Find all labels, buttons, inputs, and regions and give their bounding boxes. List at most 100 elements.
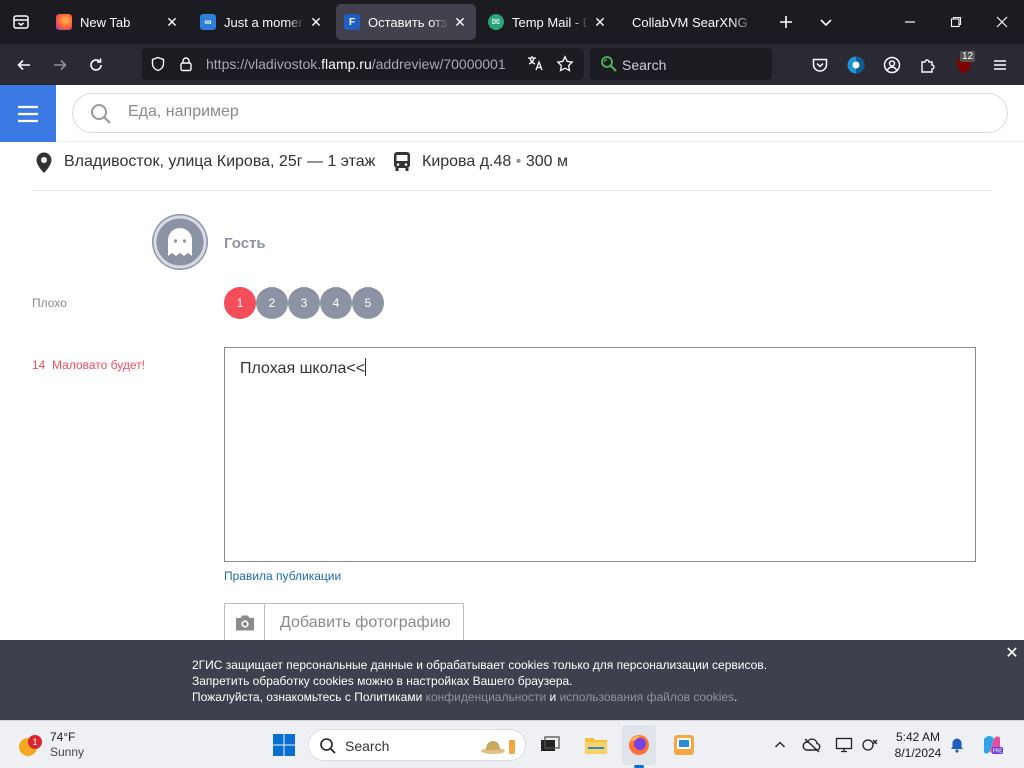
url-host: flamp.ru [321, 56, 372, 72]
chevron-down-icon [820, 19, 832, 27]
bell-icon [951, 738, 963, 753]
tab-list-button[interactable] [0, 0, 42, 44]
windows-taskbar: 1 74°F Sunny Search 5:42 AM 8/1/2024 PRE [0, 720, 1024, 768]
copilot-button[interactable]: PRE [978, 721, 1006, 768]
tab-title: New Tab [80, 14, 131, 30]
review-textarea[interactable]: Плохая школа<< [224, 347, 976, 562]
transit-stop: Кирова д.48 [422, 153, 512, 170]
cookie-policy-link[interactable]: использования файлов cookies [560, 690, 734, 704]
search-icon [89, 102, 113, 131]
arrow-left-icon [17, 59, 30, 70]
task-view-icon [541, 736, 560, 751]
cookie-banner-close-button[interactable]: ✕ [1002, 643, 1022, 663]
cloud-offline-icon [802, 738, 821, 753]
rating-option-4[interactable]: 4 [320, 287, 352, 319]
firefox-icon [629, 735, 649, 755]
arrow-right-icon [54, 59, 67, 70]
windows-logo-icon [273, 734, 295, 756]
tab-title: Just a moment... [224, 14, 304, 30]
character-warning: Маловато будет! [52, 358, 145, 372]
text-cursor [365, 358, 367, 376]
site-search-input[interactable] [128, 103, 728, 121]
notifications-button[interactable] [946, 721, 968, 768]
pocket-icon [812, 58, 828, 72]
tab-new-tab[interactable]: New Tab ✕ [48, 4, 188, 40]
close-icon: ✕ [1005, 645, 1019, 662]
tab-temp-mail[interactable]: ✉ Temp Mail - Disposable ✕ [480, 4, 616, 40]
translate-icon[interactable] [526, 54, 544, 77]
back-button[interactable] [8, 44, 40, 85]
taskbar-search-box[interactable]: Search [308, 721, 526, 768]
close-tab-icon[interactable]: ✕ [164, 14, 180, 30]
transit-distance: 300 м [525, 153, 568, 170]
site-menu-button[interactable] [0, 85, 56, 142]
account-button[interactable] [876, 44, 908, 85]
reload-icon [90, 58, 102, 71]
cookie-line-1: 2ГИС защищает персональные данные и обра… [192, 658, 767, 672]
network-icon [862, 739, 878, 751]
address-bar[interactable]: https://vladivostok.flamp.ru/addreview/7… [142, 48, 584, 80]
tab-collabvm-searxng[interactable]: CollabVM SearXNG [624, 4, 764, 40]
network-status-button[interactable] [858, 721, 882, 768]
extension-button[interactable] [840, 44, 872, 85]
location-pin-icon [34, 151, 54, 180]
site-header [0, 85, 1024, 142]
flamp-icon: F [344, 14, 360, 30]
guest-avatar [152, 214, 208, 270]
tab-title: Оставить отзыв [368, 14, 448, 30]
tab-leave-review[interactable]: F Оставить отзыв ✕ [336, 4, 476, 40]
task-view-button[interactable] [534, 721, 566, 768]
firefox-taskbar-button[interactable] [622, 725, 656, 768]
minimize-window-button[interactable] [888, 0, 932, 44]
bookmark-star-icon[interactable] [556, 55, 574, 76]
rating-option-3[interactable]: 3 [288, 287, 320, 319]
rating-option-1[interactable]: 1 [224, 287, 256, 319]
sunny-weather-icon: 1 [12, 731, 42, 759]
ublock-button[interactable]: 12 [948, 44, 980, 85]
display-status-button[interactable] [832, 721, 856, 768]
weather-text: 74°F Sunny [50, 730, 84, 760]
close-window-button[interactable] [980, 0, 1024, 44]
weather-widget[interactable]: 1 74°F Sunny [12, 721, 92, 768]
searxng-search-icon [600, 55, 618, 76]
hamburger-menu-icon [994, 59, 1006, 70]
add-photo-button[interactable]: Добавить фотографию [224, 603, 464, 640]
web-page: Владивосток, улица Кирова, 25г — 1 этаж … [0, 85, 1024, 640]
taskbar-search-label: Search [345, 738, 390, 754]
pocket-button[interactable] [804, 44, 836, 85]
transit-separator: • [515, 153, 522, 170]
rating-option-2[interactable]: 2 [256, 287, 288, 319]
clock[interactable]: 5:42 AM 8/1/2024 [890, 721, 946, 768]
show-hidden-icons-button[interactable] [770, 721, 790, 768]
file-explorer-button[interactable] [580, 721, 612, 768]
reload-button[interactable] [80, 44, 112, 85]
tracking-protection-shield-icon[interactable] [150, 56, 166, 75]
network-app-button[interactable] [668, 721, 700, 768]
search-bar[interactable]: Search [590, 48, 772, 80]
extensions-menu-button[interactable] [912, 44, 944, 85]
close-tab-icon[interactable]: ✕ [308, 14, 324, 30]
close-tab-icon[interactable]: ✕ [452, 14, 468, 30]
app-menu-button[interactable] [984, 44, 1016, 85]
site-search-box[interactable] [72, 93, 1008, 133]
lock-icon[interactable] [178, 56, 194, 75]
onedrive-status-button[interactable] [800, 721, 824, 768]
tab-just-a-moment[interactable]: ∞ Just a moment... ✕ [192, 4, 332, 40]
tab-title: CollabVM SearXNG [632, 14, 748, 30]
publication-rules-link[interactable]: Правила публикации [224, 569, 341, 583]
cookie-end: . [734, 690, 738, 704]
link-icon: ∞ [200, 14, 216, 30]
new-tab-button[interactable] [770, 0, 802, 44]
start-button[interactable] [266, 721, 302, 768]
url-text[interactable]: https://vladivostok.flamp.ru/addreview/7… [206, 56, 518, 72]
close-tab-icon[interactable]: ✕ [592, 14, 608, 30]
forward-button[interactable] [44, 44, 76, 85]
restore-icon [950, 16, 962, 28]
account-icon [883, 56, 901, 73]
privacy-policy-link[interactable]: конфиденциальности [426, 690, 547, 704]
folder-icon [585, 738, 607, 754]
list-all-tabs-button[interactable] [810, 0, 842, 44]
tempmail-icon: ✉ [488, 14, 504, 30]
restore-window-button[interactable] [934, 0, 978, 44]
rating-option-5[interactable]: 5 [352, 287, 384, 319]
